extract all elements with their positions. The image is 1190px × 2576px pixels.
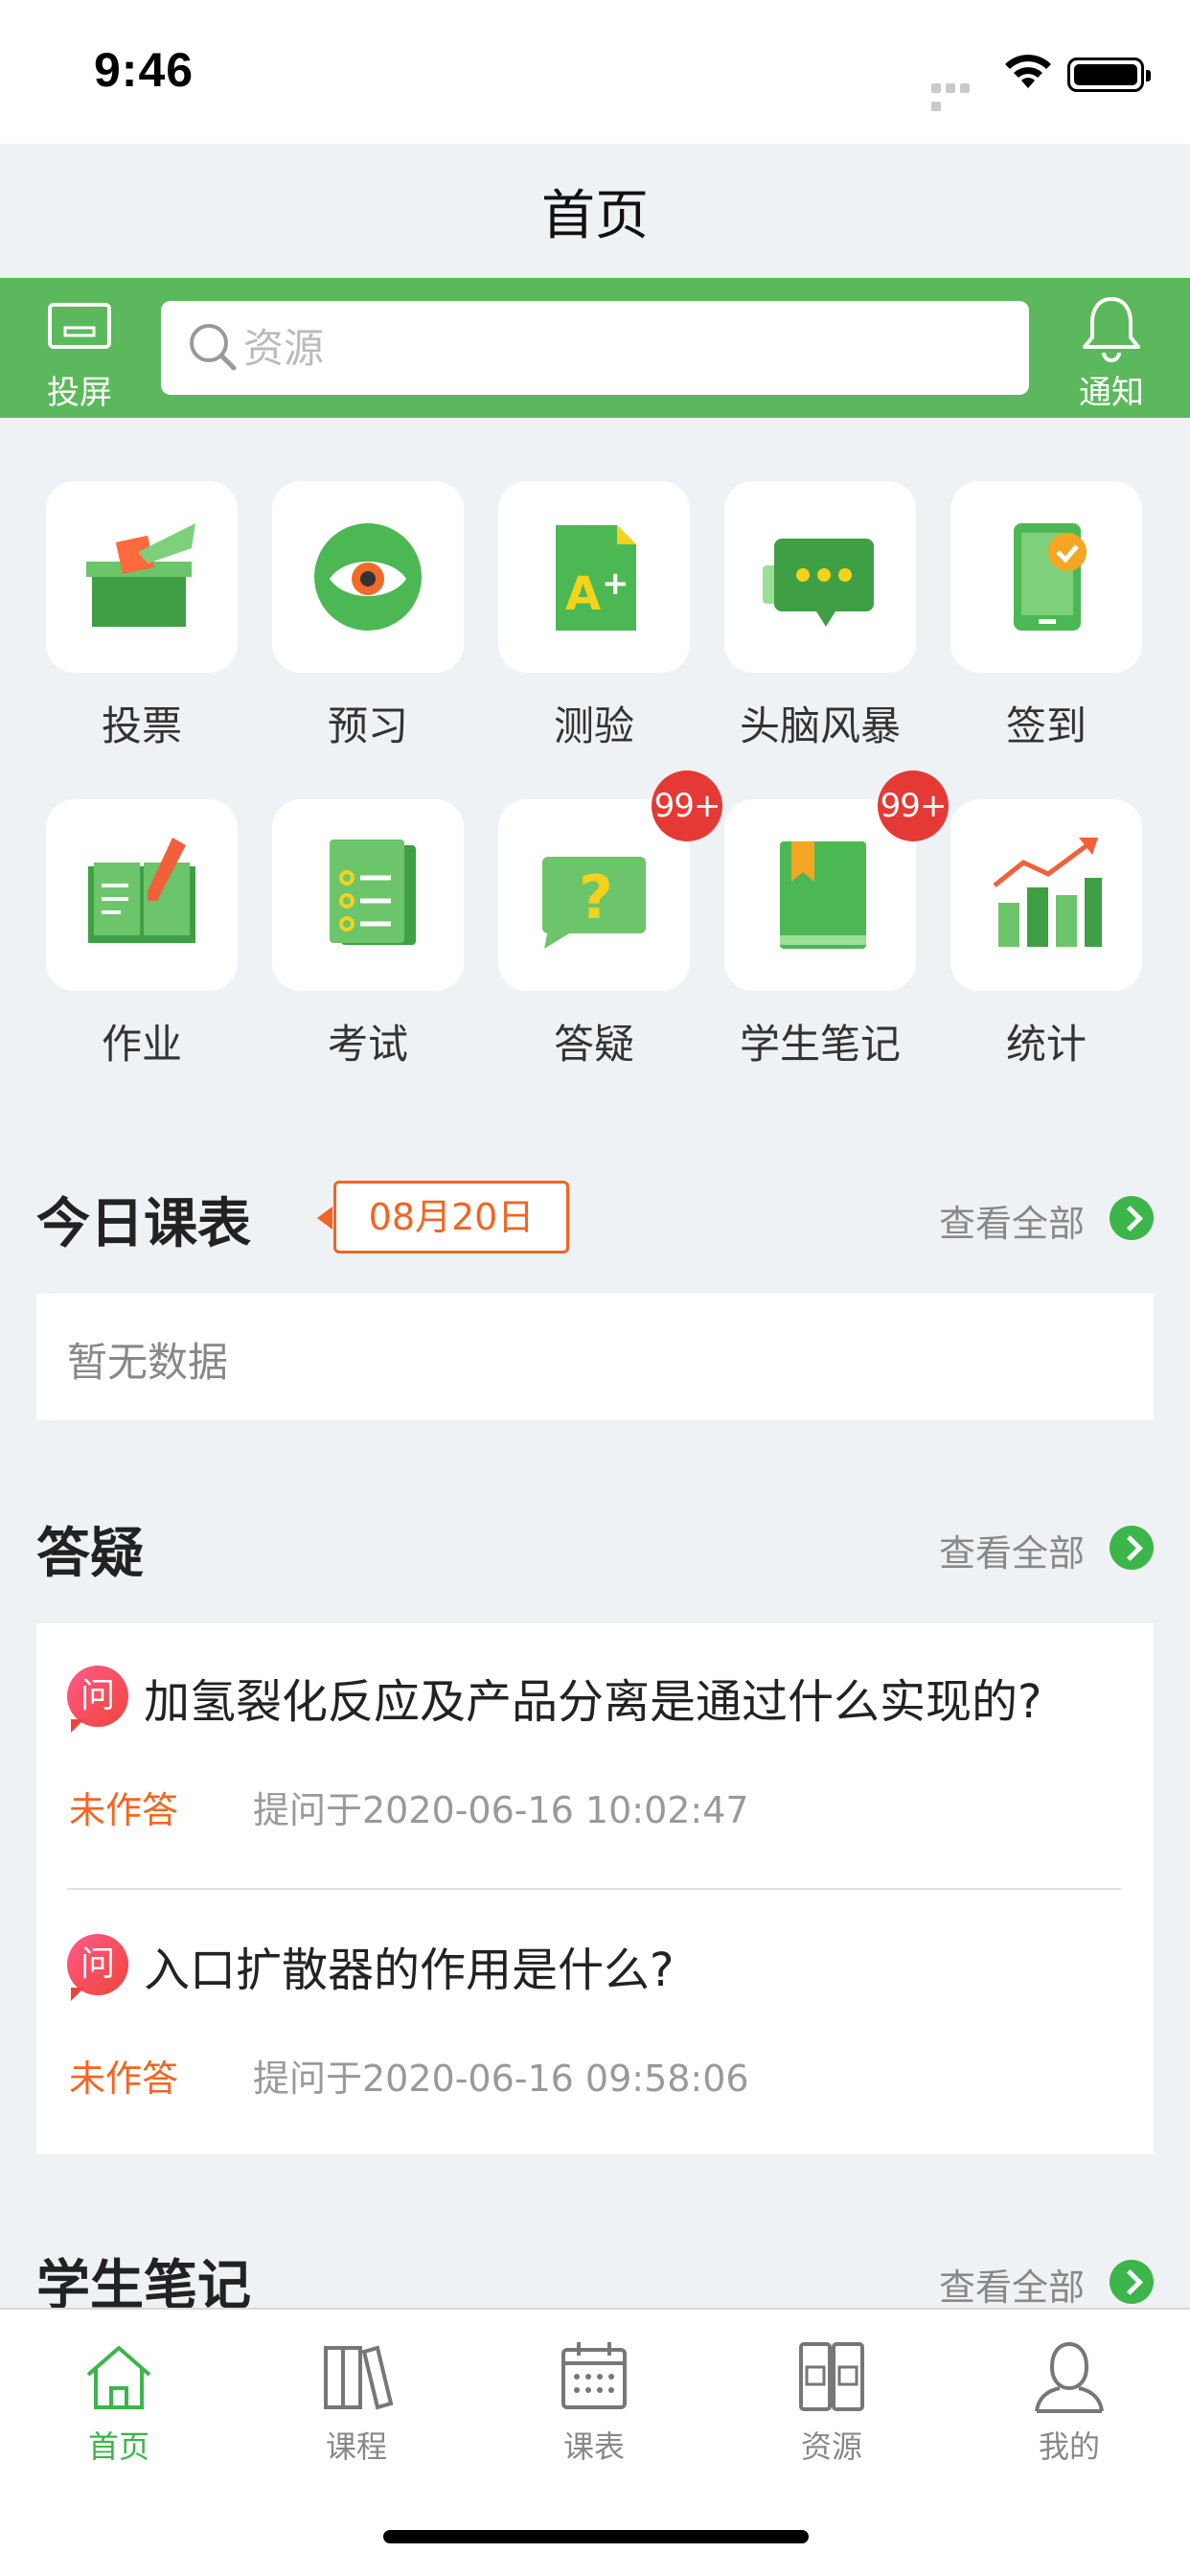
schedule-date-tag[interactable]: 08月20日	[317, 1181, 569, 1254]
eye-icon	[314, 523, 422, 631]
tab-label: 课表	[562, 2428, 625, 2465]
grid-tile	[724, 481, 916, 673]
tab-schedule[interactable]: 课表	[475, 2331, 713, 2465]
grid-tile: A +	[498, 481, 690, 673]
see-all-label: 查看全部	[939, 1203, 1086, 1245]
books-icon	[324, 2345, 394, 2410]
tab-label: 资源	[800, 2428, 862, 2465]
chevron-right-icon	[1110, 2260, 1154, 2304]
notes-see-all-link[interactable]: 查看全部	[939, 2252, 1155, 2310]
search-input[interactable]	[243, 314, 991, 381]
qa-question: 加氢裂化反应及产品分离是通过什么实现的?	[144, 1675, 1042, 1729]
vote-box-icon	[86, 523, 195, 627]
exam-list-icon	[330, 840, 416, 945]
grid-item-statistics[interactable]: 统计	[950, 799, 1142, 1068]
qa-list-item[interactable]: 问 入口扩散器的作用是什么? 未作答 提问于2020-06-16 09:58:0…	[67, 1905, 1121, 2135]
schedule-title: 今日课表	[36, 1193, 251, 1255]
question-bubble-icon: ?	[542, 857, 646, 949]
calendar-icon	[561, 2342, 627, 2409]
notification-button[interactable]: 通知	[1054, 293, 1169, 412]
qa-status: 未作答	[69, 1789, 179, 1831]
tab-label: 课程	[325, 2428, 387, 2465]
status-time: 9:46	[94, 43, 195, 97]
grid-item-preview[interactable]: 预习	[272, 481, 464, 749]
tab-label: 首页	[87, 2428, 149, 2465]
tab-profile[interactable]: 我的	[950, 2331, 1188, 2465]
grid-item-student-notes[interactable]: 学生笔记 99+	[724, 770, 949, 1068]
qa-time: 提问于2020-06-16 10:02:47	[253, 1789, 749, 1831]
grid-label: 签到	[1005, 702, 1087, 749]
search-icon	[190, 324, 237, 371]
grid-tile	[950, 481, 1142, 673]
stats-chart-icon	[993, 838, 1102, 947]
chat-bubble-icon	[763, 539, 874, 627]
grid-item-vote[interactable]: 投票	[46, 481, 238, 749]
signal-icon	[931, 79, 985, 111]
grid-tile	[272, 799, 464, 991]
resources-icon	[799, 2342, 864, 2411]
empty-text: 暂无数据	[67, 1339, 229, 1386]
grid-tile	[46, 799, 238, 991]
bookmark-book-icon	[780, 841, 866, 949]
question-mark-icon: 问	[67, 1934, 128, 2001]
wifi-icon	[1005, 55, 1051, 88]
home-indicator[interactable]	[383, 2530, 809, 2543]
chevron-right-icon	[1110, 1526, 1154, 1570]
qa-list-item[interactable]: 问 加氢裂化反应及产品分离是通过什么实现的? 未作答 提问于2020-06-16…	[67, 1637, 1121, 1867]
grid-item-checkin[interactable]: 签到	[950, 481, 1142, 749]
cast-screen-icon	[48, 303, 111, 349]
header-bar: 投屏 通知	[0, 278, 1190, 418]
question-mark-icon: 问	[67, 1666, 128, 1733]
grid-tile	[46, 481, 238, 673]
chevron-right-icon	[1110, 1196, 1154, 1240]
grid-item-homework[interactable]: 作业	[46, 799, 238, 1068]
qa-see-all-link[interactable]: 查看全部	[939, 1518, 1155, 1576]
grid-tile	[272, 481, 464, 673]
tab-home[interactable]: 首页	[0, 2331, 238, 2465]
tab-label: 我的	[1038, 2428, 1100, 2465]
bell-icon	[1083, 297, 1140, 362]
schedule-see-all-link[interactable]: 查看全部	[939, 1188, 1155, 1246]
qa-question: 入口扩散器的作用是什么?	[144, 1944, 675, 1997]
search-box[interactable]	[161, 301, 1029, 395]
page-title: 首页	[541, 185, 649, 247]
status-bar: 9:46	[0, 0, 1190, 144]
notification-label: 通知	[1079, 374, 1144, 412]
grid-tile	[950, 799, 1142, 991]
homework-book-icon	[88, 838, 195, 943]
qa-time: 提问于2020-06-16 09:58:06	[253, 2058, 749, 2100]
qa-status: 未作答	[69, 2058, 179, 2100]
qa-section-title: 答疑	[36, 1523, 144, 1585]
schedule-empty-card: 暂无数据	[36, 1294, 1154, 1420]
grid-item-brainstorm[interactable]: 头脑风暴	[724, 481, 916, 749]
battery-icon	[1067, 58, 1151, 92]
grid-item-qa[interactable]: ? 答疑 99+	[498, 770, 722, 1068]
grid-item-exam[interactable]: 考试	[272, 799, 464, 1068]
grid-label: 统计	[1005, 1021, 1087, 1068]
cast-button[interactable]: 投屏	[27, 297, 132, 412]
tab-resources[interactable]: 资源	[713, 2331, 950, 2465]
quiz-grade-icon: A +	[556, 525, 636, 631]
grid-item-quiz[interactable]: A + 测验	[498, 481, 690, 749]
qa-card: 问 加氢裂化反应及产品分离是通过什么实现的? 未作答 提问于2020-06-16…	[36, 1623, 1154, 2154]
profile-icon	[1035, 2341, 1104, 2413]
tab-courses[interactable]: 课程	[238, 2331, 475, 2465]
svg-text:?: ?	[579, 862, 613, 932]
svg-text:+: +	[602, 564, 629, 603]
notification-badge: 99+	[652, 770, 722, 841]
svg-text:A: A	[565, 567, 601, 621]
see-all-label: 查看全部	[939, 1532, 1086, 1575]
see-all-label: 查看全部	[939, 2266, 1086, 2309]
check-in-phone-icon	[1014, 523, 1087, 631]
divider	[67, 1888, 1121, 1890]
notification-badge: 99+	[878, 770, 949, 841]
cast-label: 投屏	[47, 374, 112, 412]
home-icon	[86, 2346, 151, 2409]
